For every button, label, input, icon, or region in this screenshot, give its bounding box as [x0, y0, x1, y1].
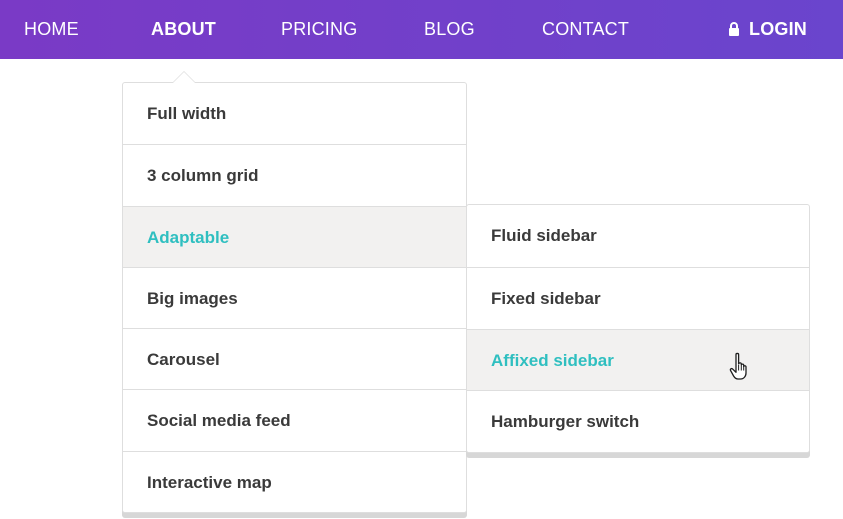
menu-item-carousel[interactable]: Carousel: [123, 328, 466, 389]
nav-item-about[interactable]: ABOUT: [151, 0, 216, 59]
menu-item-social-media-feed[interactable]: Social media feed: [123, 389, 466, 450]
menu-item-interactive-map[interactable]: Interactive map: [123, 450, 466, 512]
top-navigation-bar: HOME ABOUT PRICING BLOG CONTACT LOGIN: [0, 0, 843, 59]
menu-item-adaptable[interactable]: Adaptable: [123, 205, 466, 267]
menu-item-full-width[interactable]: Full width: [123, 83, 466, 144]
nav-item-home[interactable]: HOME: [24, 0, 79, 59]
menu-item-3-column-grid[interactable]: 3 column grid: [123, 144, 466, 205]
nav-item-pricing[interactable]: PRICING: [281, 0, 357, 59]
menu-item-big-images[interactable]: Big images: [123, 266, 466, 328]
login-button[interactable]: LOGIN: [728, 0, 807, 59]
dropdown-caret-fill: [173, 72, 195, 83]
hand-pointer-icon: [728, 352, 752, 382]
submenu-item-hamburger-switch[interactable]: Hamburger switch: [467, 390, 809, 452]
lock-icon: [728, 22, 740, 36]
submenu-item-affixed-sidebar[interactable]: Affixed sidebar: [467, 328, 809, 391]
about-dropdown-menu: Full width 3 column grid Adaptable Big i…: [122, 82, 467, 513]
submenu-item-fluid-sidebar[interactable]: Fluid sidebar: [467, 205, 809, 267]
adaptable-submenu: Fluid sidebar Fixed sidebar Affixed side…: [466, 204, 810, 453]
login-label: LOGIN: [749, 19, 807, 39]
submenu-item-fixed-sidebar[interactable]: Fixed sidebar: [467, 266, 809, 329]
nav-item-contact[interactable]: CONTACT: [542, 0, 629, 59]
nav-item-blog[interactable]: BLOG: [424, 0, 475, 59]
